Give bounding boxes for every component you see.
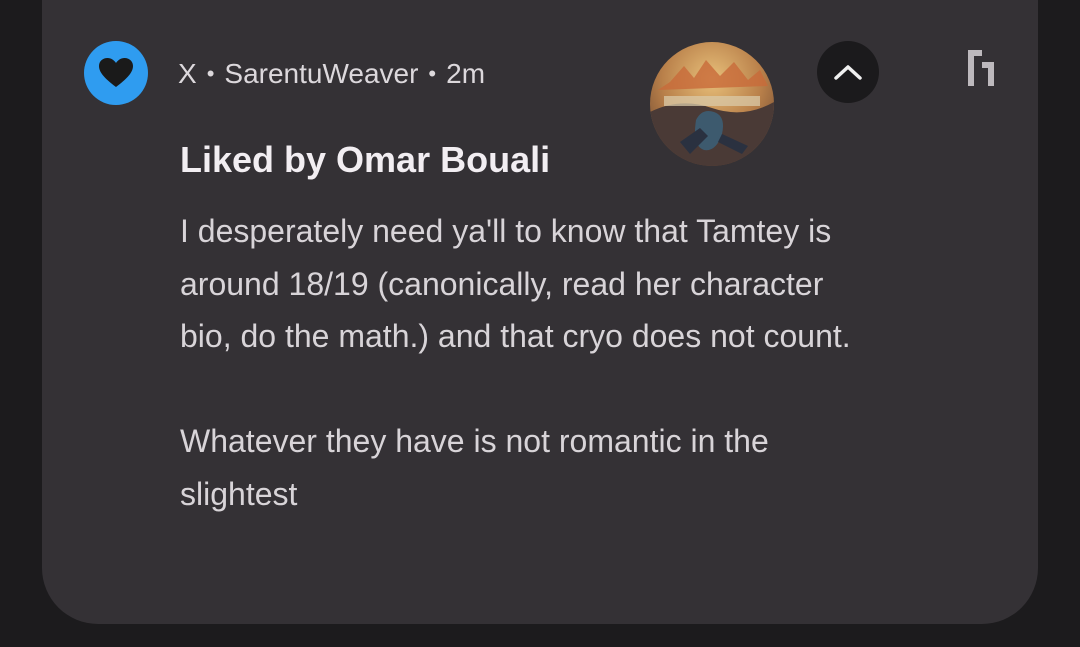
- notification-title: Liked by Omar Bouali: [180, 139, 551, 180]
- avatar: [650, 42, 774, 166]
- timestamp: 2m: [446, 58, 486, 89]
- account-name: SarentuWeaver: [224, 58, 419, 89]
- app-name: X: [178, 58, 197, 89]
- bubble-button[interactable]: [964, 48, 998, 88]
- bubble-icon: [968, 50, 994, 86]
- collapse-button[interactable]: [817, 41, 879, 103]
- notification-header: X • SarentuWeaver • 2m: [178, 56, 485, 92]
- body-paragraph: I desperately need ya'll to know that Ta…: [180, 213, 851, 354]
- separator-dot: •: [206, 61, 215, 86]
- chevron-up-icon: [834, 65, 862, 80]
- separator-dot: •: [428, 61, 437, 86]
- heart-icon: [84, 41, 148, 105]
- notification-body: I desperately need ya'll to know that Ta…: [180, 205, 880, 520]
- body-paragraph: Whatever they have is not romantic in th…: [180, 423, 769, 512]
